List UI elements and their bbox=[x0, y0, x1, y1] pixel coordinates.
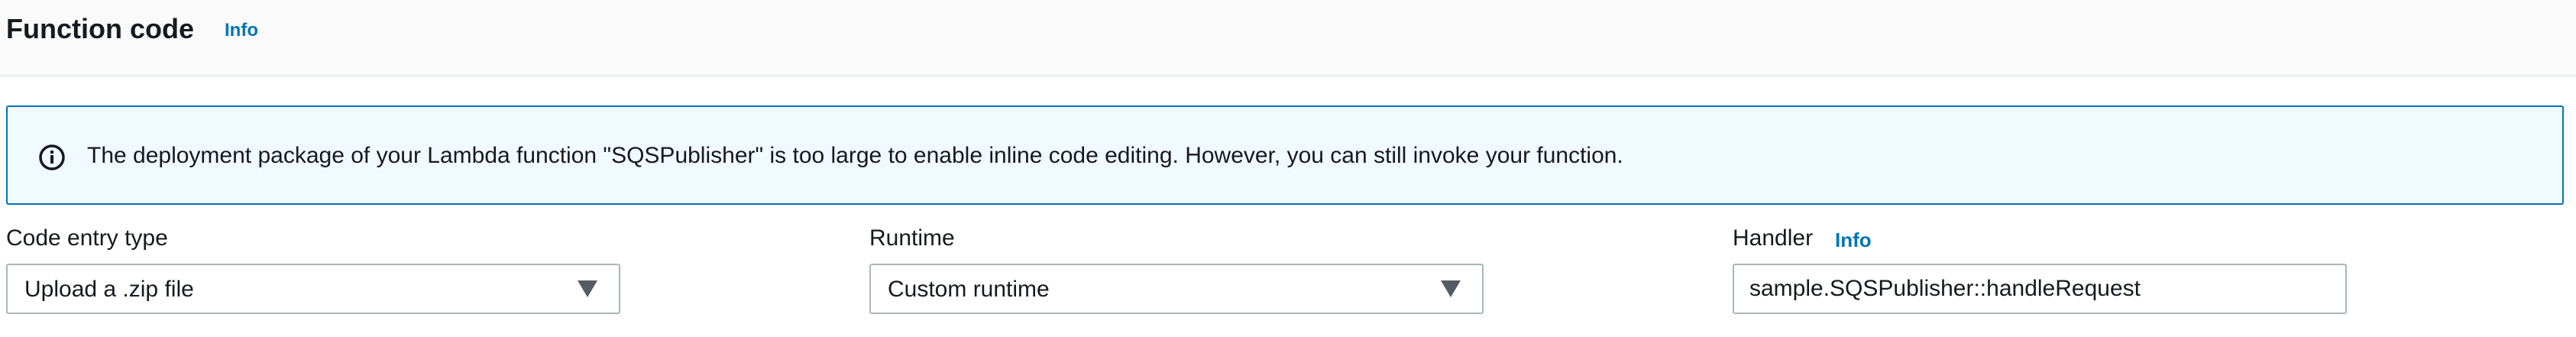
alert-message: The deployment package of your Lambda fu… bbox=[87, 143, 1623, 168]
handler-info-link[interactable]: Info bbox=[1835, 228, 1872, 252]
caret-down-icon bbox=[578, 280, 597, 297]
handler-input[interactable] bbox=[1733, 264, 2347, 314]
caret-down-icon bbox=[1441, 280, 1461, 297]
info-circle-icon bbox=[39, 144, 65, 170]
section-title: Function code bbox=[6, 13, 194, 44]
runtime-select[interactable]: Custom runtime bbox=[869, 264, 1484, 314]
runtime-label: Runtime bbox=[869, 225, 955, 251]
code-entry-type-label: Code entry type bbox=[6, 225, 168, 251]
handler-label: Handler bbox=[1733, 225, 1814, 251]
runtime-value: Custom runtime bbox=[888, 277, 1050, 302]
code-entry-type-value: Upload a .zip file bbox=[24, 277, 194, 302]
function-code-info-link[interactable]: Info bbox=[225, 18, 258, 43]
deployment-package-alert: The deployment package of your Lambda fu… bbox=[6, 105, 2564, 205]
code-entry-type-select[interactable]: Upload a .zip file bbox=[6, 264, 620, 314]
section-header: Function code Info bbox=[0, 0, 2576, 76]
